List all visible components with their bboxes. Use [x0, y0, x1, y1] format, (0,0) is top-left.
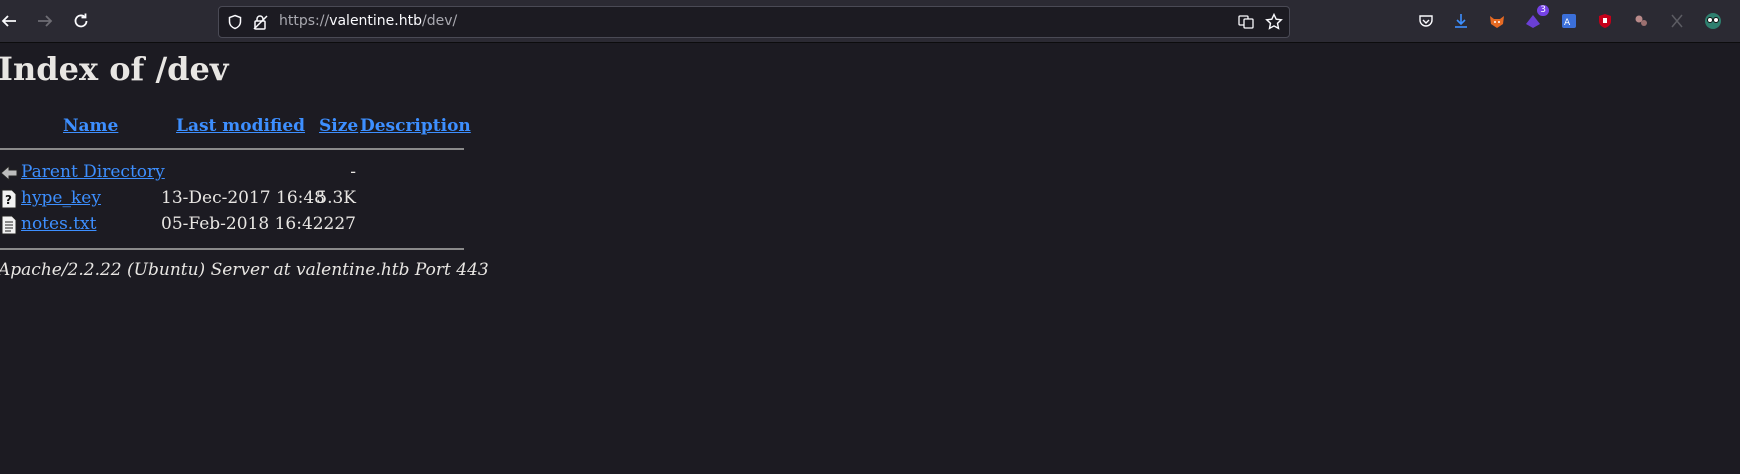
file-link-hype-key[interactable]: hype_key [21, 188, 101, 208]
reload-icon[interactable] [68, 8, 94, 34]
svg-text:A: A [1564, 18, 1571, 28]
ublock-icon[interactable] [1595, 11, 1615, 31]
url-prefix: https:// [279, 13, 330, 29]
parent-directory-link[interactable]: Parent Directory [21, 162, 165, 182]
row-size: 227 [323, 214, 356, 234]
row-last-modified: 05-Feb-2018 16:42 [161, 214, 324, 234]
file-link-notes-txt[interactable]: notes.txt [21, 214, 96, 234]
row-last-modified: 13-Dec-2017 16:48 [161, 188, 325, 208]
server-signature: Apache/2.2.22 (Ubuntu) Server at valenti… [0, 260, 489, 280]
back-icon [0, 163, 18, 183]
browser-toolbar: https://valentine.htb/dev/ 3 A [0, 0, 1740, 43]
column-header-description[interactable]: Description [360, 116, 471, 136]
svg-text:?: ? [5, 193, 12, 207]
foxyproxy-icon[interactable] [1487, 11, 1507, 31]
address-bar[interactable]: https://valentine.htb/dev/ [218, 6, 1290, 38]
column-header-size[interactable]: Size [319, 116, 358, 136]
profile-glasses-icon[interactable] [1703, 11, 1723, 31]
back-arrow-icon[interactable] [0, 8, 22, 34]
extension-badge: 3 [1537, 5, 1549, 16]
url-host: valentine.htb [329, 13, 422, 29]
insecure-lock-icon[interactable] [251, 13, 269, 31]
translate-icon[interactable] [1237, 13, 1255, 31]
forward-arrow-icon[interactable] [32, 8, 58, 34]
unknown-file-icon: ? [0, 189, 18, 209]
page-title: Index of /dev [0, 50, 229, 88]
footer-divider [0, 248, 464, 250]
pocket-icon[interactable] [1416, 11, 1436, 31]
page-content: Index of /dev Name Last modified Size De… [0, 44, 1740, 474]
header-divider [0, 148, 464, 150]
column-header-name[interactable]: Name [63, 116, 118, 136]
row-size: 5.3K [316, 188, 356, 208]
table-row: ? hype_key 13-Dec-2017 16:48 5.3K [0, 187, 470, 211]
url-path: /dev/ [422, 13, 458, 29]
x-extension-icon[interactable] [1667, 11, 1687, 31]
extension-hat-icon[interactable]: 3 [1523, 5, 1549, 31]
tracking-protection-shield-icon[interactable] [226, 13, 244, 31]
translate-extension-icon[interactable]: A [1559, 11, 1579, 31]
row-size: - [350, 162, 356, 182]
cookie-icon[interactable] [1631, 11, 1651, 31]
downloads-icon[interactable] [1451, 11, 1471, 31]
bookmark-star-icon[interactable] [1265, 13, 1283, 31]
text-file-icon [0, 215, 18, 235]
column-header-last-modified[interactable]: Last modified [176, 116, 305, 136]
table-row: Parent Directory - [0, 161, 470, 185]
url-text[interactable]: https://valentine.htb/dev/ [279, 13, 457, 29]
table-row: notes.txt 05-Feb-2018 16:42 227 [0, 213, 470, 237]
